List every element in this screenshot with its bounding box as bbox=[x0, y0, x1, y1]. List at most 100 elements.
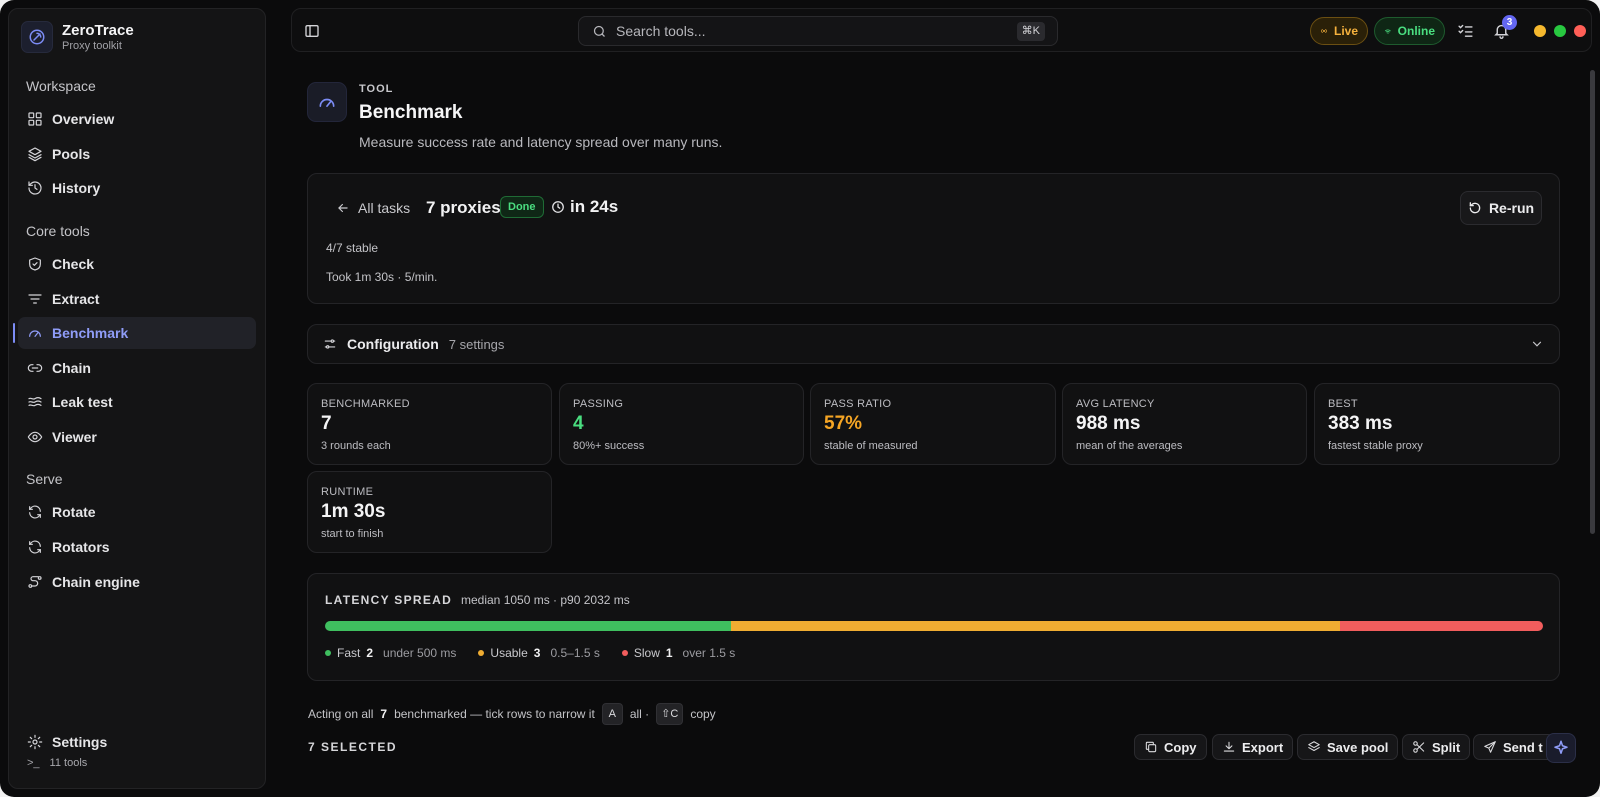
tools-count-label: 11 tools bbox=[49, 757, 88, 769]
send-label: Send t bbox=[1503, 739, 1543, 755]
latency-spread-title: LATENCY SPREAD bbox=[325, 593, 453, 607]
link-icon bbox=[27, 364, 43, 372]
minimize-button[interactable] bbox=[1534, 25, 1546, 37]
stat-subtext: fastest stable proxy bbox=[1328, 440, 1423, 452]
latency-spread-bar bbox=[325, 621, 1543, 631]
sidebar-item-label: Leak test bbox=[52, 394, 113, 410]
scrollbar[interactable] bbox=[1590, 70, 1595, 534]
send-icon bbox=[1484, 741, 1496, 753]
legend-name: Usable bbox=[490, 646, 528, 660]
stat-value: 383 ms bbox=[1328, 413, 1393, 434]
save-pool-label: Save pool bbox=[1327, 739, 1389, 755]
took-summary: Took 1m 30s · 5/min. bbox=[326, 270, 438, 284]
stat-value: 988 ms bbox=[1076, 413, 1141, 434]
sidebar-item-leak-test[interactable]: Leak test bbox=[18, 386, 256, 418]
sidebar-item-viewer[interactable]: Viewer bbox=[18, 421, 256, 453]
sidebar-item-overview[interactable]: Overview bbox=[18, 103, 256, 135]
search-input[interactable]: Search tools... ⌘K bbox=[578, 16, 1058, 46]
stat-card-runtime: RUNTIME 1m 30s start to finish bbox=[307, 471, 552, 553]
sidebar-item-rotators[interactable]: Rotators bbox=[18, 531, 256, 563]
search-icon bbox=[593, 25, 605, 37]
terminal-icon: >_ bbox=[27, 757, 40, 769]
maximize-button[interactable] bbox=[1554, 25, 1566, 37]
copy-button[interactable]: Copy bbox=[1134, 734, 1207, 760]
brand[interactable]: ZeroTrace Proxy toolkit bbox=[21, 21, 134, 53]
sidebar-item-chain[interactable]: Chain bbox=[18, 352, 256, 384]
section-title-serve: Serve bbox=[26, 471, 63, 487]
task-card: All tasks 7 proxies Done in 24s Re-run 4… bbox=[307, 173, 1560, 304]
sidebar-item-label: Pools bbox=[52, 146, 91, 162]
broadcast-icon bbox=[1321, 28, 1327, 34]
online-label: Online bbox=[1397, 24, 1435, 38]
search-shortcut: ⌘K bbox=[1016, 22, 1045, 41]
sliders-icon bbox=[324, 339, 336, 349]
sidebar-item-chain-engine[interactable]: Chain engine bbox=[18, 566, 256, 598]
acting-suffix: benchmarked — tick rows to narrow it bbox=[394, 707, 595, 721]
legend-count: 2 bbox=[366, 646, 374, 660]
stat-label: AVG LATENCY bbox=[1076, 398, 1155, 410]
sidebar-toggle-icon[interactable] bbox=[304, 23, 320, 44]
send-button[interactable]: Send t bbox=[1473, 734, 1555, 760]
filter-icon bbox=[28, 294, 42, 304]
brand-name: ZeroTrace bbox=[62, 21, 134, 39]
live-badge[interactable]: Live bbox=[1310, 17, 1368, 45]
search-placeholder: Search tools... bbox=[616, 23, 706, 39]
selected-count: 7 SELECTED bbox=[308, 740, 398, 754]
notification-count: 3 bbox=[1502, 15, 1517, 30]
latency-legend: Fast 2 under 500 ms Usable 3 0.5–1.5 s S… bbox=[325, 646, 735, 660]
save-pool-button[interactable]: Save pool bbox=[1297, 734, 1399, 760]
gauge-icon bbox=[29, 330, 41, 337]
stable-summary: 4/7 stable bbox=[326, 241, 379, 255]
stat-value: 4 bbox=[573, 413, 584, 434]
legend-count: 1 bbox=[665, 646, 673, 660]
sidebar-item-extract[interactable]: Extract bbox=[18, 283, 256, 315]
eye-icon bbox=[27, 431, 43, 443]
page-eyebrow: TOOL bbox=[359, 83, 394, 95]
legend-dot bbox=[478, 650, 485, 656]
legend-note: 0.5–1.5 s bbox=[550, 646, 600, 660]
latency-spread-meta: median 1050 ms · p90 2032 ms bbox=[461, 593, 630, 607]
stat-card-avg-latency: AVG LATENCY 988 ms mean of the averages bbox=[1062, 383, 1307, 465]
stat-card-best: BEST 383 ms fastest stable proxy bbox=[1314, 383, 1560, 465]
spread-segment-slow bbox=[1340, 621, 1543, 631]
selection-hint: Acting on all 7 benchmarked — tick rows … bbox=[308, 703, 716, 725]
refresh-icon bbox=[29, 540, 41, 554]
sidebar-item-label: Overview bbox=[52, 111, 115, 127]
export-button[interactable]: Export bbox=[1212, 734, 1294, 760]
sidebar-item-settings[interactable]: Settings bbox=[18, 726, 256, 758]
live-label: Live bbox=[1333, 24, 1358, 38]
tools-count: >_ 11 tools bbox=[27, 757, 87, 769]
sidebar-item-label: Chain bbox=[52, 360, 91, 376]
sidebar-item-label: Viewer bbox=[52, 429, 97, 445]
close-button[interactable] bbox=[1574, 25, 1586, 37]
download-icon bbox=[1223, 741, 1235, 752]
sidebar-item-check[interactable]: Check bbox=[18, 248, 256, 280]
all-tasks-link[interactable]: All tasks bbox=[336, 200, 410, 216]
stat-subtext: mean of the averages bbox=[1076, 440, 1183, 452]
rerun-button[interactable]: Re-run bbox=[1460, 191, 1542, 225]
spread-segment-fast bbox=[325, 621, 731, 631]
stat-card-pass-ratio: PASS RATIO 57% stable of measured bbox=[810, 383, 1056, 465]
layers-icon bbox=[1308, 741, 1320, 752]
assistant-button[interactable] bbox=[1546, 733, 1576, 763]
gear-icon bbox=[27, 734, 43, 750]
legend-note: over 1.5 s bbox=[682, 646, 736, 660]
split-label: Split bbox=[1432, 739, 1461, 755]
task-list-icon[interactable] bbox=[1457, 22, 1474, 44]
sidebar-item-rotate[interactable]: Rotate bbox=[18, 496, 256, 528]
app-window: ZeroTrace Proxy toolkit Workspace Overvi… bbox=[0, 0, 1600, 797]
split-button[interactable]: Split bbox=[1402, 734, 1471, 760]
refresh-icon bbox=[29, 505, 41, 519]
route-icon bbox=[28, 576, 42, 588]
shield-check-icon bbox=[29, 257, 41, 271]
sidebar-item-label: History bbox=[52, 180, 101, 196]
rotate-icon bbox=[1469, 202, 1481, 214]
page-description: Measure success rate and latency spread … bbox=[359, 134, 723, 150]
sidebar-item-history[interactable]: History bbox=[18, 172, 256, 204]
configuration-toggle[interactable]: Configuration 7 settings bbox=[307, 324, 1560, 364]
stat-subtext: start to finish bbox=[321, 528, 384, 540]
sidebar-item-pools[interactable]: Pools bbox=[18, 138, 256, 170]
sidebar-item-benchmark[interactable]: Benchmark bbox=[13, 317, 256, 349]
online-badge[interactable]: Online bbox=[1374, 17, 1445, 45]
stat-subtext: 80%+ success bbox=[573, 440, 645, 452]
